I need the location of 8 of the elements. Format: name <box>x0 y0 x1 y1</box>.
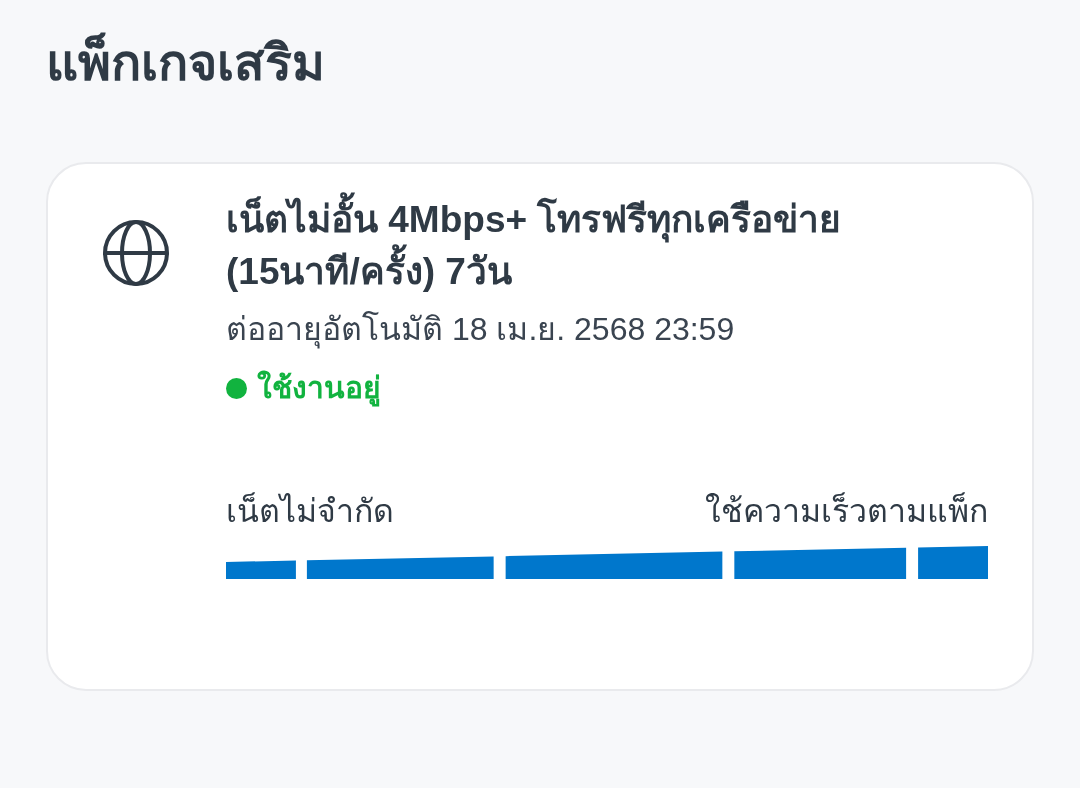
speed-min-label: เน็ตไม่จำกัด <box>226 491 394 531</box>
package-name: เน็ตไม่อั้น 4Mbps+ โทรฟรีทุกเครือข่าย (15นาที/ครั้ง) 7วัน <box>226 194 906 298</box>
status-label: ใช้งานอยู่ <box>257 368 381 408</box>
page-title: แพ็กเกจเสริม <box>46 26 1034 100</box>
speed-max-label: ใช้ความเร็วตามแพ็ก <box>705 491 988 531</box>
package-card[interactable]: เน็ตไม่อั้น 4Mbps+ โทรฟรีทุกเครือข่าย (15นาที/ครั้ง) 7วัน ต่ออายุอัตโนมัติ 18 เม.ย. 2568 23:59 ใช้งานอยู่ เน็ตไม่จำกัด ใช้ความเร็วตามแพ็ก <box>46 162 1034 691</box>
renewal-text: ต่ออายุอัตโนมัติ 18 เม.ย. 2568 23:59 <box>226 310 736 350</box>
globe-icon <box>103 220 169 286</box>
